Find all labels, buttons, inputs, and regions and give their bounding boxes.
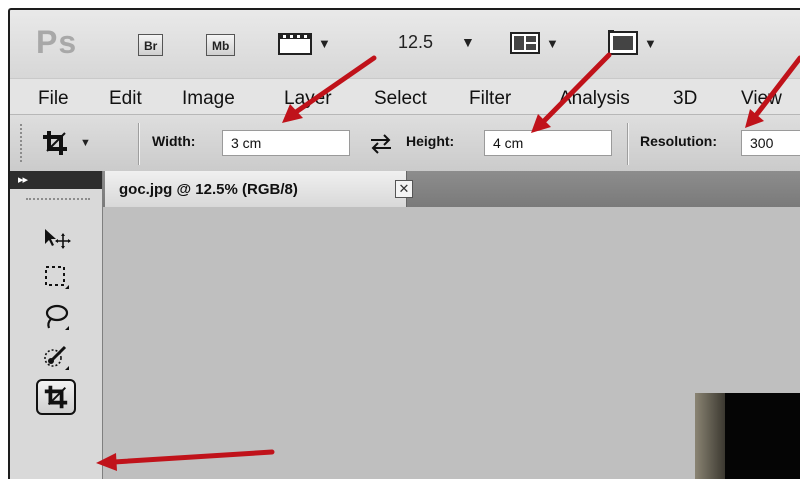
move-icon [45,229,71,249]
resolution-field[interactable]: 300 [741,130,800,156]
zoom-level[interactable]: 12.5 [398,32,433,53]
screen-mode-button[interactable]: ▼ [608,28,657,58]
view-extras-button[interactable]: ▼ [278,28,331,58]
rectangular-marquee-icon [45,266,69,289]
quick-selection-icon [44,345,69,370]
menu-analysis[interactable]: Analysis [559,88,630,110]
tool-preset-picker[interactable]: ▼ [40,127,110,159]
menu-select[interactable]: Select [374,88,427,110]
chevron-down-icon: ▼ [546,35,559,51]
document-tab-title: goc.jpg @ 12.5% (RGB/8) [119,181,298,198]
chevron-down-icon: ▼ [80,137,91,149]
quick-selection-tool[interactable] [36,339,76,375]
crop-icon [43,131,67,155]
menu-image[interactable]: Image [182,88,235,110]
mini-bridge-button[interactable]: Mb [206,34,236,56]
document-image-edge [695,393,725,479]
height-label: Height: [406,133,455,149]
separator [138,123,140,165]
marquee-tool[interactable] [36,259,76,295]
move-tool[interactable] [36,219,76,255]
crop-icon [44,385,68,409]
film-strip-icon [278,33,312,55]
menu-bar: File Edit Image Layer Select Filter Anal… [10,78,800,115]
photoshop-logo: Ps [36,24,78,60]
menu-3d[interactable]: 3D [673,88,697,110]
close-icon[interactable]: ✕ [395,180,413,198]
menu-filter[interactable]: Filter [469,88,511,110]
collapse-panel-icon[interactable]: ▸▸ [10,171,102,189]
bridge-button[interactable]: Br [138,34,164,56]
panel-grip[interactable] [26,198,90,203]
width-label: Width: [152,133,196,149]
tools-panel: ▸▸ [10,171,103,479]
screen-mode-icon [608,30,638,55]
height-field[interactable]: 4 cm [484,130,612,156]
crop-tool[interactable] [36,379,76,415]
arrange-documents-button[interactable]: ▼ [510,28,559,58]
swap-arrows-icon[interactable] [368,133,394,155]
lasso-tool[interactable] [36,299,76,335]
chevron-down-icon: ▼ [644,35,657,51]
tool-options-bar: ▼ Width: 3 cm Height: 4 cm Resolution: 3… [10,114,800,172]
menu-file[interactable]: File [38,88,69,110]
resolution-label: Resolution: [640,133,717,149]
layout-grid-icon [510,32,540,54]
width-field[interactable]: 3 cm [222,130,350,156]
document-canvas[interactable] [103,207,800,479]
menu-layer[interactable]: Layer [284,88,332,110]
menu-edit[interactable]: Edit [109,88,142,110]
options-bar-grip[interactable] [20,124,26,162]
photoshop-window: Ps Br Mb ▼ 12.5 ▼ ▼ ▼ File Edit Image La… [8,8,800,479]
document-tab[interactable]: goc.jpg @ 12.5% (RGB/8) ✕ [105,171,413,207]
menu-view[interactable]: View [741,88,782,110]
separator [627,123,629,165]
document-tab-bar: goc.jpg @ 12.5% (RGB/8) ✕ [103,171,800,207]
chevron-down-icon[interactable]: ▼ [461,34,475,50]
lasso-icon [45,304,69,330]
application-bar: Ps Br Mb ▼ 12.5 ▼ ▼ ▼ [10,10,800,78]
chevron-down-icon: ▼ [318,35,331,51]
